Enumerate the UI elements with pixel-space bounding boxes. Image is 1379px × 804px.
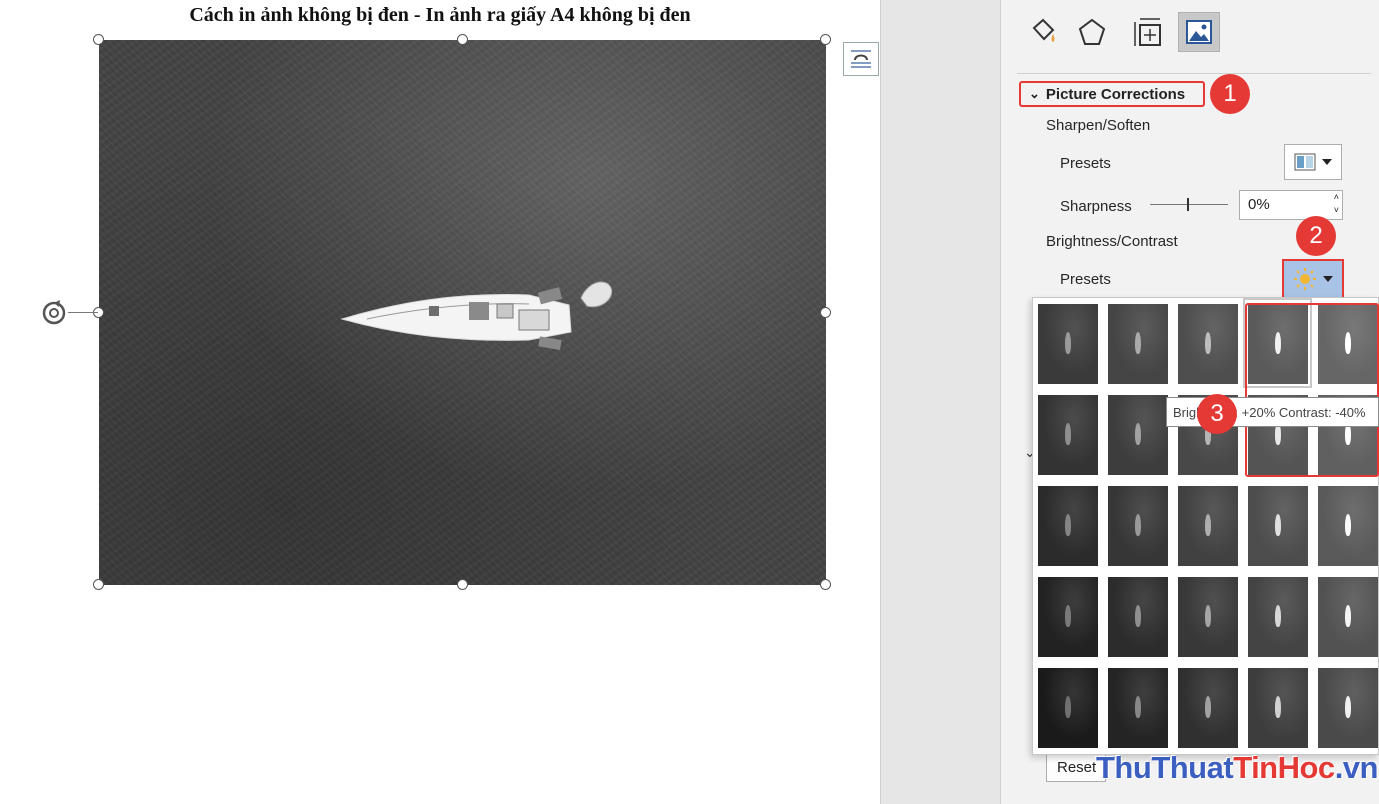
resize-handle-right[interactable] [820, 307, 831, 318]
resize-handle-top-left[interactable] [93, 34, 104, 45]
brightness-contrast-gallery [1032, 297, 1379, 755]
document-title: Cách in ảnh không bị đen - In ảnh ra giấ… [189, 4, 691, 26]
chevron-down-icon [1322, 159, 1332, 165]
sharpen-preset-icon [1294, 153, 1316, 171]
resize-handle-bottom-left[interactable] [93, 579, 104, 590]
sharpness-label: Sharpness [1060, 198, 1132, 215]
boat-thumbnail-icon [1205, 332, 1211, 354]
boat-thumbnail-icon [1345, 332, 1351, 354]
boat-thumbnail-icon [1275, 605, 1281, 627]
boat-thumbnail-icon [1065, 514, 1071, 536]
brightness-presets-label: Presets [1060, 271, 1111, 288]
brightness-preset-thumbnail[interactable] [1108, 577, 1168, 657]
brightness-preset-thumbnail[interactable] [1318, 486, 1378, 566]
callout-badge-2: 2 [1296, 216, 1336, 256]
boat-thumbnail-icon [1065, 332, 1071, 354]
resize-handle-bottom[interactable] [457, 579, 468, 590]
effects-tab[interactable] [1071, 12, 1113, 52]
brightness-preset-thumbnail[interactable] [1178, 577, 1238, 657]
picture-tab[interactable] [1178, 12, 1220, 52]
rotate-icon[interactable] [40, 298, 68, 326]
size-properties-tab[interactable] [1126, 12, 1168, 52]
brightness-preset-thumbnail[interactable] [1248, 304, 1308, 384]
section-title: Picture Corrections [1045, 85, 1186, 103]
boat-thumbnail-icon [1065, 696, 1071, 718]
brightness-preset-thumbnail[interactable] [1038, 668, 1098, 748]
brightness-preset-thumbnail[interactable] [1318, 668, 1378, 748]
boat-thumbnail-icon [1205, 605, 1211, 627]
brightness-preset-thumbnail[interactable] [1038, 577, 1098, 657]
boat-thumbnail-icon [1065, 423, 1071, 445]
boat-thumbnail-icon [1275, 696, 1281, 718]
boat-thumbnail-icon [1345, 514, 1351, 536]
sharpness-value: 0% [1248, 196, 1270, 213]
brightness-preset-thumbnail[interactable] [1108, 668, 1168, 748]
brightness-contrast-heading: Brightness/Contrast [1046, 233, 1178, 250]
tab-divider [1017, 73, 1371, 74]
boat-thumbnail-icon [1135, 332, 1141, 354]
boat-thumbnail-icon [1275, 514, 1281, 536]
watermark-logo: ThuThuatTinHoc.vn [1096, 750, 1378, 785]
brightness-preset-thumbnail[interactable] [1318, 577, 1378, 657]
brightness-preset-thumbnail[interactable] [1108, 304, 1168, 384]
boat-thumbnail-icon [1345, 605, 1351, 627]
rotate-connector [68, 312, 98, 313]
chevron-down-icon [1323, 276, 1333, 282]
sharpness-input[interactable]: 0% ˄ ˅ [1239, 190, 1343, 220]
resize-handle-bottom-right[interactable] [820, 579, 831, 590]
paint-bucket-icon [1032, 18, 1055, 42]
picture-corrections-header[interactable]: ⌄ Picture Corrections [1019, 81, 1205, 107]
resize-handle-top-right[interactable] [820, 34, 831, 45]
picture-icon [1186, 20, 1212, 44]
brightness-preset-thumbnail[interactable] [1318, 304, 1378, 384]
boat-thumbnail-icon [1065, 605, 1071, 627]
boat-thumbnail-icon [1345, 696, 1351, 718]
brightness-preset-thumbnail[interactable] [1108, 486, 1168, 566]
layout-options-icon[interactable] [843, 42, 879, 76]
selected-picture[interactable] [99, 40, 826, 585]
pentagon-icon [1078, 18, 1106, 45]
boat-thumbnail-icon [1275, 332, 1281, 354]
brightness-preset-thumbnail[interactable] [1038, 486, 1098, 566]
brightness-presets-dropdown[interactable] [1282, 259, 1344, 299]
fill-line-tab[interactable] [1021, 12, 1063, 52]
brightness-preset-thumbnail[interactable] [1248, 486, 1308, 566]
brightness-preset-thumbnail[interactable] [1038, 395, 1098, 475]
brightness-preset-thumbnail[interactable] [1178, 668, 1238, 748]
sharpness-slider[interactable] [1150, 204, 1228, 205]
boat-thumbnail-icon [1205, 514, 1211, 536]
size-icon [1134, 18, 1161, 46]
boat-thumbnail-icon [1205, 696, 1211, 718]
document-area: Cách in ảnh không bị đen - In ảnh ra giấ… [0, 0, 880, 804]
sharpen-presets-label: Presets [1060, 155, 1111, 172]
sharpness-slider-thumb[interactable] [1187, 198, 1189, 211]
boat-thumbnail-icon [1135, 423, 1141, 445]
brightness-preset-thumbnail[interactable] [1248, 577, 1308, 657]
reset-label: Reset [1057, 759, 1097, 776]
resize-handle-top[interactable] [457, 34, 468, 45]
spinner-icon[interactable]: ˄ ˅ [1334, 191, 1339, 217]
sun-icon [1294, 268, 1316, 290]
boat-image [340, 281, 613, 351]
chevron-down-icon: ⌄ [1029, 86, 1040, 101]
brightness-preset-thumbnail[interactable] [1178, 486, 1238, 566]
brightness-preset-thumbnail[interactable] [1108, 395, 1168, 475]
pane-gutter [880, 0, 1000, 804]
sharpen-soften-heading: Sharpen/Soften [1046, 117, 1151, 134]
brightness-preset-thumbnail[interactable] [1038, 304, 1098, 384]
boat-thumbnail-icon [1135, 605, 1141, 627]
sharpen-presets-dropdown[interactable] [1284, 144, 1342, 180]
brightness-preset-thumbnail[interactable] [1178, 304, 1238, 384]
boat-thumbnail-icon [1135, 514, 1141, 536]
callout-badge-3: 3 [1197, 394, 1237, 434]
brightness-preset-thumbnail[interactable] [1248, 668, 1308, 748]
callout-badge-1: 1 [1210, 74, 1250, 114]
boat-thumbnail-icon [1135, 696, 1141, 718]
